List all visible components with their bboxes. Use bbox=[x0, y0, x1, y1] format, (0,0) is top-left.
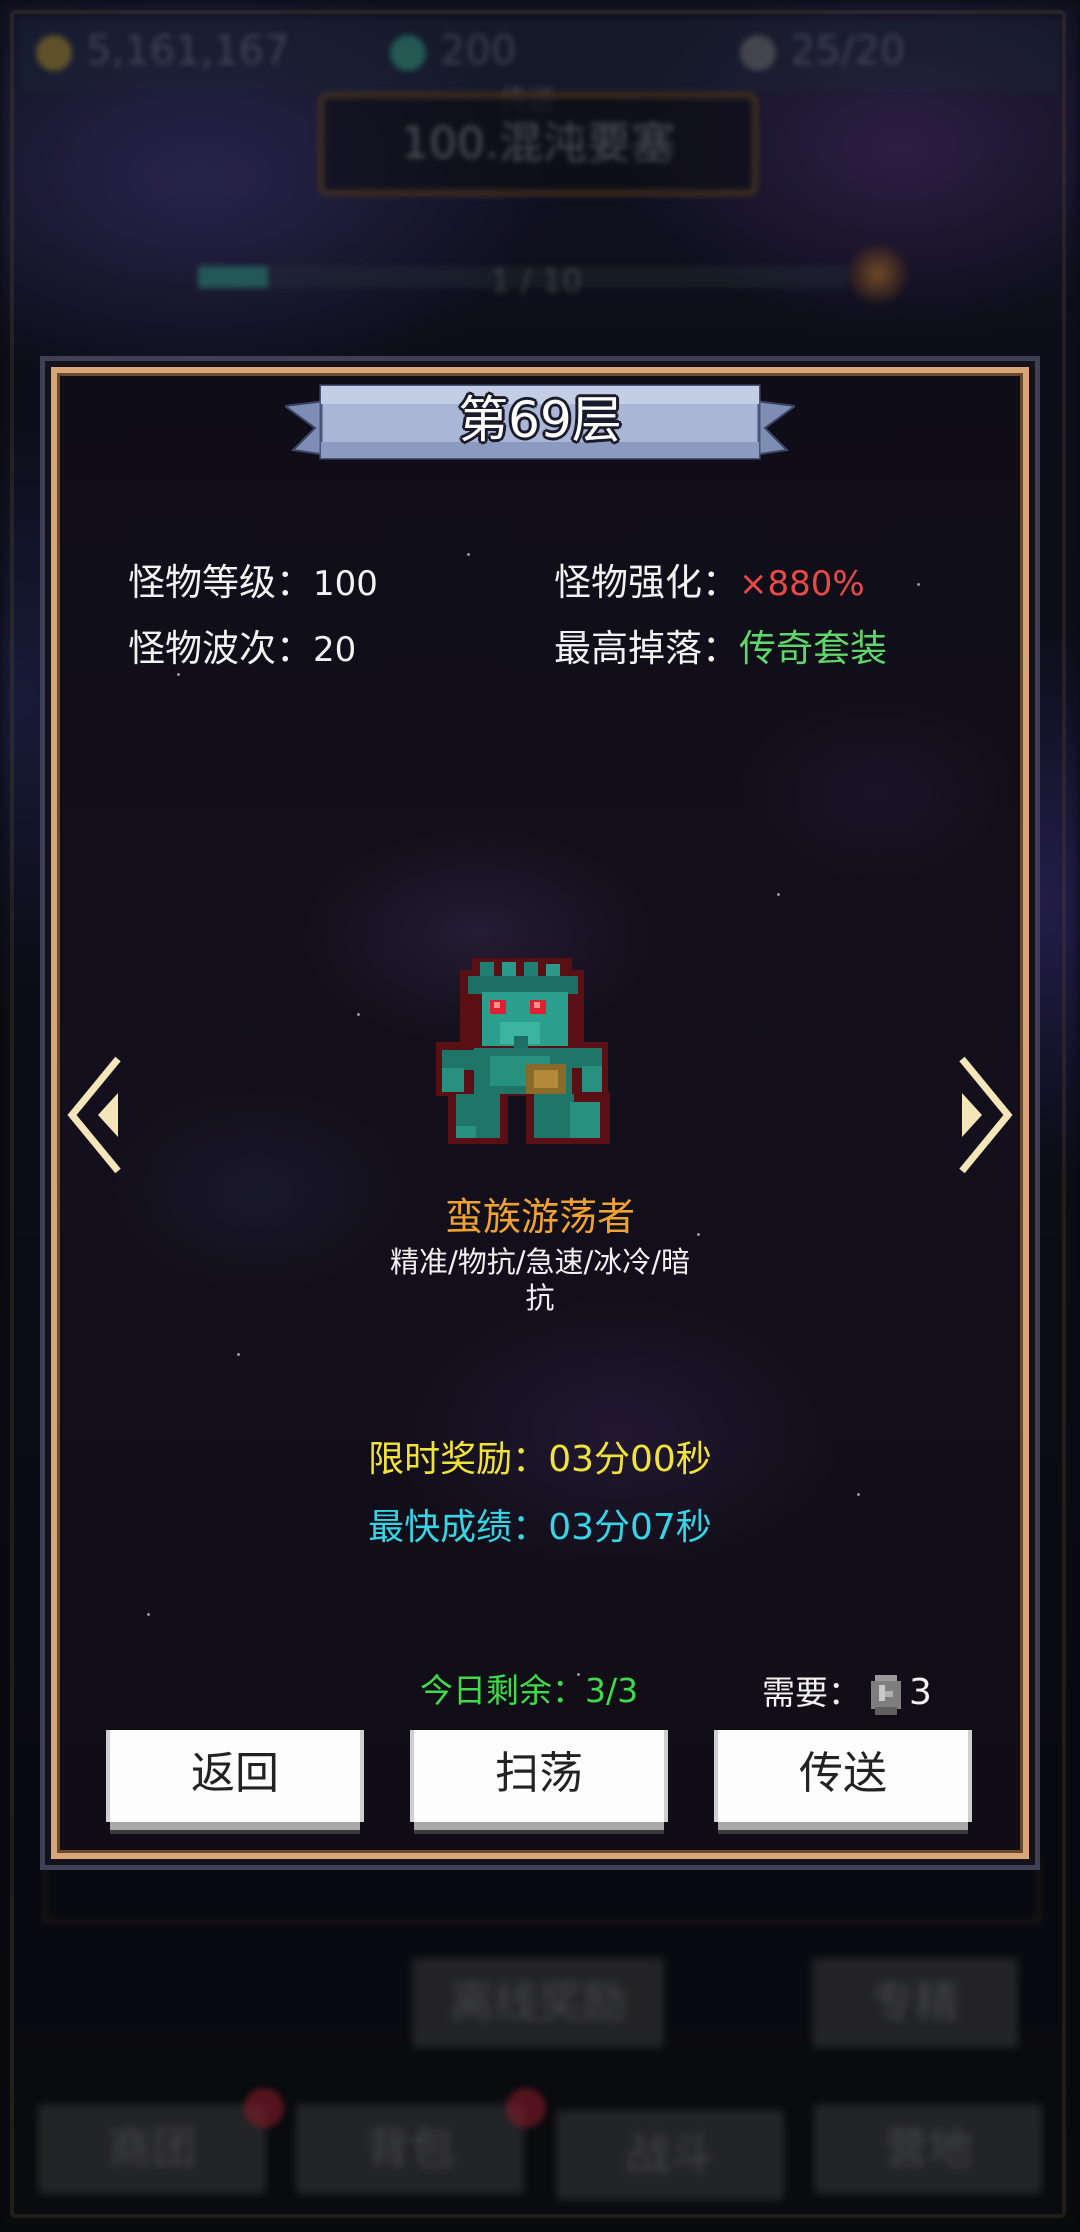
max-drop-row: 最高掉落：传奇套装 bbox=[554, 618, 887, 672]
title-ribbon: 第69层 bbox=[285, 378, 795, 472]
monster-boost-label: 怪物强化： bbox=[554, 561, 739, 604]
best-time-value: 03分07秒 bbox=[548, 1507, 712, 1548]
stone-icon bbox=[867, 1673, 903, 1717]
monster-level-value: 100 bbox=[313, 564, 378, 604]
next-floor-arrow[interactable] bbox=[956, 1055, 1016, 1175]
remaining-value: 3/3 bbox=[585, 1671, 639, 1710]
time-reward-value: 03分00秒 bbox=[548, 1439, 712, 1480]
monster-traits: 精准/物抗/急速/冰冷/暗 抗 bbox=[370, 1244, 710, 1316]
max-drop-value: 传奇套装 bbox=[739, 627, 887, 670]
monster-boost-value: ×880% bbox=[739, 564, 865, 604]
monster-boost-row: 怪物强化：×880% bbox=[554, 552, 865, 606]
monster-traits-line1: 精准/物抗/急速/冰冷/暗 bbox=[389, 1245, 691, 1279]
best-time-label: 最快成绩： bbox=[368, 1507, 549, 1548]
time-reward-row: 限时奖励：03分00秒 bbox=[0, 1430, 1080, 1482]
back-button[interactable]: 返回 bbox=[110, 1730, 360, 1822]
monster-waves-row: 怪物波次：20 bbox=[128, 618, 356, 672]
time-reward-label: 限时奖励： bbox=[368, 1439, 549, 1480]
remaining-label: 今日剩余： bbox=[420, 1671, 585, 1710]
need-count: 3 bbox=[909, 1672, 932, 1713]
monster-waves-label: 怪物波次： bbox=[128, 627, 313, 670]
cost-requirement: 需要： 3 bbox=[762, 1666, 932, 1717]
remaining-attempts: 今日剩余：3/3 bbox=[420, 1664, 638, 1712]
monster-sprite bbox=[430, 952, 616, 1152]
dialog-title: 第69层 bbox=[458, 391, 622, 449]
chevron-left-icon bbox=[67, 1056, 121, 1174]
chevron-right-icon bbox=[959, 1056, 1013, 1174]
monster-traits-line2: 抗 bbox=[525, 1281, 555, 1315]
teleport-button[interactable]: 传送 bbox=[718, 1730, 968, 1822]
max-drop-label: 最高掉落： bbox=[554, 627, 739, 670]
need-label: 需要： bbox=[762, 1673, 861, 1712]
monster-level-row: 怪物等级：100 bbox=[128, 552, 378, 606]
monster-waves-value: 20 bbox=[313, 630, 357, 670]
monster-name: 蛮族游荡者 bbox=[444, 1195, 635, 1239]
sweep-button[interactable]: 扫荡 bbox=[414, 1730, 664, 1822]
best-time-row: 最快成绩：03分07秒 bbox=[0, 1498, 1080, 1550]
previous-floor-arrow[interactable] bbox=[64, 1055, 124, 1175]
monster-level-label: 怪物等级： bbox=[128, 561, 313, 604]
